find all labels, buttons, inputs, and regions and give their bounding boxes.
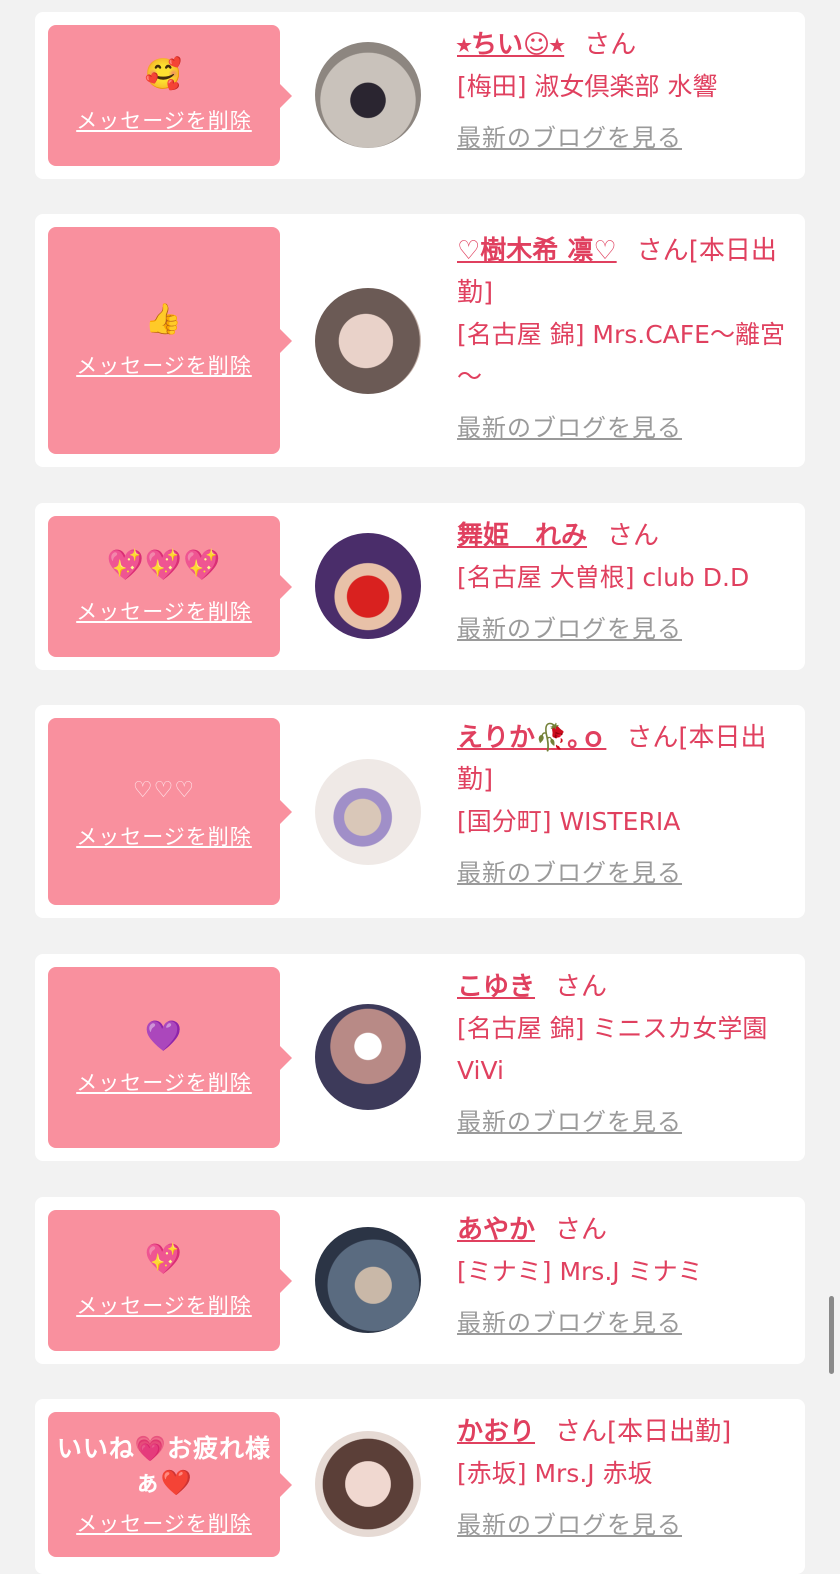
delete-message-link[interactable]: メッセージを削除 bbox=[76, 821, 252, 851]
avatar[interactable] bbox=[315, 533, 421, 639]
message-bubble: 💜 メッセージを削除 bbox=[48, 967, 292, 1148]
view-blog-link[interactable]: 最新のブログを見る bbox=[457, 1303, 682, 1338]
view-blog-link[interactable]: 最新のブログを見る bbox=[457, 1102, 682, 1137]
message-bubble: 👍 メッセージを削除 bbox=[48, 227, 292, 454]
shop-text: [梅田] 淑女倶楽部 水響 bbox=[457, 72, 718, 101]
avatar[interactable] bbox=[315, 288, 421, 394]
view-blog-link[interactable]: 最新のブログを見る bbox=[457, 118, 682, 153]
message-text: 👍 bbox=[144, 301, 184, 337]
message-bubble: 🥰 メッセージを削除 bbox=[48, 25, 292, 166]
shop-text: [名古屋 錦] ミニスカ女学園ViVi bbox=[457, 1014, 768, 1085]
delete-message-link[interactable]: メッセージを削除 bbox=[76, 105, 252, 135]
avatar[interactable] bbox=[315, 1227, 421, 1333]
message-card: 🥰 メッセージを削除 ⭒ちい☺︎⭒ さん [梅田] 淑女倶楽部 水響 最新のブログ… bbox=[35, 12, 805, 179]
profile-name-link[interactable]: ⭒ちい☺︎⭒ bbox=[457, 30, 564, 60]
shop-text: [赤坂] Mrs.J 赤坂 bbox=[457, 1459, 653, 1488]
shop-text: [ミナミ] Mrs.J ミナミ bbox=[457, 1257, 703, 1286]
message-card: 💜 メッセージを削除 こゆき さん [名古屋 錦] ミニスカ女学園ViVi 最新の… bbox=[35, 954, 805, 1161]
view-blog-link[interactable]: 最新のブログを見る bbox=[457, 853, 682, 888]
avatar[interactable] bbox=[315, 1431, 421, 1537]
message-card: いいね💗お疲れ様ぁ❤️ メッセージを削除 かおり さん[本日出勤] [赤坂] Mr… bbox=[35, 1399, 805, 1574]
honorific: さん bbox=[555, 972, 608, 1002]
message-card: 💖💖💖 メッセージを削除 舞姫 れみ さん [名古屋 大曽根] club D.D … bbox=[35, 503, 805, 670]
view-blog-link[interactable]: 最新のブログを見る bbox=[457, 609, 682, 644]
shop-text: [名古屋 錦] Mrs.CAFE～離宮～ bbox=[457, 320, 785, 391]
profile-name-link[interactable]: こゆき bbox=[457, 972, 535, 1002]
message-text: 💜 bbox=[144, 1018, 184, 1054]
profile-name-link[interactable]: えりか🥀｡ｏ bbox=[457, 723, 606, 753]
honorific: さん bbox=[555, 1215, 608, 1245]
message-bubble: ♡♡♡ メッセージを削除 bbox=[48, 718, 292, 905]
delete-message-link[interactable]: メッセージを削除 bbox=[76, 1290, 252, 1320]
profile-name-link[interactable]: 舞姫 れみ bbox=[457, 521, 587, 551]
honorific: さん bbox=[626, 723, 679, 753]
message-card: 👍 メッセージを削除 ♡樹木希 凛♡ さん[本日出勤] [名古屋 錦] Mrs.C… bbox=[35, 214, 805, 467]
honorific: さん bbox=[636, 236, 689, 266]
message-bubble: 💖 メッセージを削除 bbox=[48, 1210, 292, 1351]
delete-message-link[interactable]: メッセージを削除 bbox=[76, 1067, 252, 1097]
message-bubble: いいね💗お疲れ様ぁ❤️ メッセージを削除 bbox=[48, 1412, 292, 1557]
message-text: ♡♡♡ bbox=[132, 777, 196, 803]
honorific: さん bbox=[555, 1417, 608, 1447]
view-blog-link[interactable]: 最新のブログを見る bbox=[457, 408, 682, 443]
profile-name-link[interactable]: かおり bbox=[457, 1417, 535, 1447]
scrollbar[interactable] bbox=[829, 1296, 834, 1374]
message-text: 💖 bbox=[144, 1241, 184, 1277]
message-bubble: 💖💖💖 メッセージを削除 bbox=[48, 516, 292, 657]
status-text: [本日出勤] bbox=[607, 1417, 732, 1447]
message-card: ♡♡♡ メッセージを削除 えりか🥀｡ｏ さん[本日出勤] [国分町] WISTER… bbox=[35, 705, 805, 918]
honorific: さん bbox=[607, 521, 660, 551]
view-blog-link[interactable]: 最新のブログを見る bbox=[457, 1505, 682, 1540]
shop-text: [国分町] WISTERIA bbox=[457, 807, 681, 836]
profile-name-link[interactable]: ♡樹木希 凛♡ bbox=[457, 236, 617, 266]
delete-message-link[interactable]: メッセージを削除 bbox=[76, 596, 252, 626]
delete-message-link[interactable]: メッセージを削除 bbox=[76, 350, 252, 380]
message-text: 💖💖💖 bbox=[106, 547, 222, 583]
avatar[interactable] bbox=[315, 759, 421, 865]
avatar[interactable] bbox=[315, 42, 421, 148]
profile-name-link[interactable]: あやか bbox=[457, 1215, 535, 1245]
message-card: 💖 メッセージを削除 あやか さん [ミナミ] Mrs.J ミナミ 最新のブログを… bbox=[35, 1197, 805, 1364]
honorific: さん bbox=[584, 30, 637, 60]
delete-message-link[interactable]: メッセージを削除 bbox=[76, 1508, 252, 1538]
message-text: 🥰 bbox=[144, 56, 184, 92]
avatar[interactable] bbox=[315, 1004, 421, 1110]
message-text: いいね💗お疲れ様ぁ❤️ bbox=[56, 1433, 272, 1497]
shop-text: [名古屋 大曽根] club D.D bbox=[457, 563, 750, 592]
